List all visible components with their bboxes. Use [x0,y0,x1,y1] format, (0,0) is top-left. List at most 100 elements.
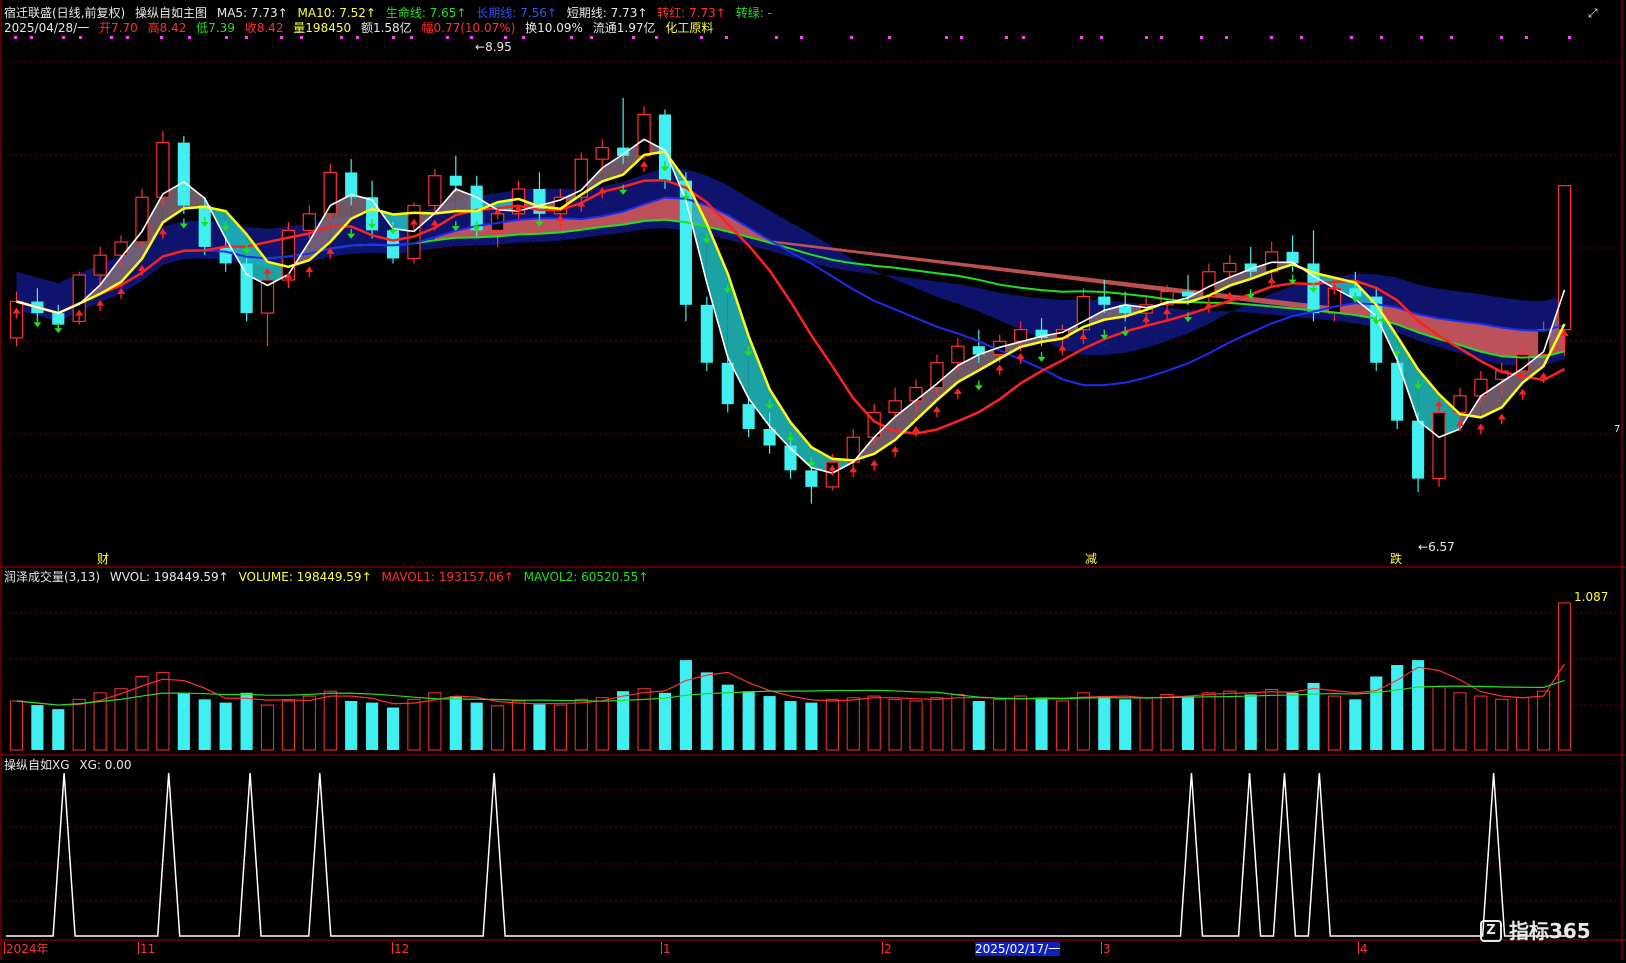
volume-scale-label: 1.087 [1574,590,1609,604]
volume-bar-up [1202,692,1216,751]
event-dot [1380,36,1383,39]
event-dot [1160,36,1163,39]
event-jian[interactable]: 减 [1085,552,1097,566]
event-die[interactable]: 跌 [1390,552,1402,566]
buy-arrow [1539,372,1548,379]
volume-bar-up [114,688,128,751]
volume-bar-up [553,704,567,751]
event-dot [960,36,963,39]
volume-bar-up [9,700,24,751]
event-dot [1145,36,1148,39]
candle-body-up [302,213,317,231]
turn-red-value: 转红: 7.73↑ [657,6,726,20]
volume-bar-down [742,691,755,750]
volume-bar-up [260,704,275,751]
xg-panel-title[interactable]: 操纵自如XG [4,758,70,772]
volume-bar-up [1055,700,1070,751]
event-dot [1450,36,1453,39]
info-sector[interactable]: 化工原料 [665,21,713,35]
candle-body-up [595,146,609,160]
event-dot [1300,36,1303,39]
candle-body-up [9,300,24,339]
candle-body-up [428,175,442,207]
x-axis-tick [661,942,662,954]
volume-panel-header: 润泽成交量(3,13) WVOL: 198449.59↑ VOLUME: 198… [4,570,654,584]
xg-spike-path [6,772,1575,937]
buy-arrow [1476,423,1485,430]
info-volume: 量198450 [293,21,352,35]
top-dots [14,36,1571,39]
candle-body-up [909,386,923,402]
volume-bar-up [491,705,505,751]
volume-bars [9,602,1572,751]
indicator-name[interactable]: 操纵自如主图 [135,6,207,20]
x-axis-label: 12 [394,942,410,956]
turn-green-value: 转绿: - [735,6,772,20]
volume-bar-down [700,672,713,750]
event-dot [300,36,303,39]
candle-body-down [700,304,713,363]
short-line-value: 短期线: 7.73↑ [566,6,648,20]
buy-arrow [1518,388,1527,395]
x-axis-tick [882,942,883,954]
event-dot [1568,36,1571,39]
mavol1-value: MAVOL1: 193157.06↑ [381,570,514,584]
volume-bar-up [323,690,337,751]
buy-arrow [953,387,962,394]
volume-bar-up [1453,692,1467,751]
candle-body-down [345,172,358,198]
candle-body-up [1223,262,1237,273]
candle-body-down [1098,296,1111,305]
volume-bar-up [281,700,295,751]
candle-body-up [1013,329,1028,342]
xg-panel-header: 操纵自如XG XG: 0.00 [4,758,137,772]
candle-body-down [240,263,253,314]
volume-bar-up [867,695,881,751]
event-dot [126,36,129,39]
volume-bar-down [763,696,776,750]
candle-body-up [135,196,149,243]
candle-body-up [93,254,107,276]
event-dot [30,36,33,39]
event-dot [225,36,228,39]
volume-bar-up [1495,698,1509,751]
info-open: 开7.70 [99,21,138,35]
event-dot [775,36,778,39]
volume-bar-up [574,698,588,751]
life-line-value: 生命线: 7.65↑ [385,6,467,20]
event-dot [62,36,65,39]
volume-bar-up [1516,697,1530,751]
sell-arrow [1037,356,1046,362]
buy-arrow [870,459,879,466]
volume-bar-up [1265,689,1279,751]
volume-bar-up [993,698,1007,751]
volume-panel-title[interactable]: 润泽成交量(3,13) [4,570,100,584]
stock-name[interactable]: 宿迁联盛(日线,前复权) [4,6,125,20]
high-marker-value: 8.95 [485,40,512,54]
event-dot [1350,36,1353,39]
volume-bar-up [825,698,839,751]
buy-arrow [1497,413,1506,420]
long-line-value: 长期线: 7.56↑ [476,6,557,20]
volume-bar-up [951,693,965,751]
candle-body-down [177,142,190,206]
event-dot [110,36,113,39]
volume-bar-down [219,702,232,750]
event-dot [590,36,593,39]
candle-body-down [742,404,755,429]
info-change: 幅0.77(10.07%) [421,21,516,35]
x-axis-tick [138,942,139,954]
volume-bar-down [1286,692,1299,750]
candle-body-up [637,113,651,157]
event-cai[interactable]: 财 [97,552,109,566]
volume-bar-down [1370,676,1383,750]
event-dot [446,36,449,39]
event-dot [14,36,17,39]
volume-bar-down [345,700,358,750]
header-row: 宿迁联盛(日线,前复权) 操纵自如主图 MA5: 7.73↑ MA10: 7.5… [4,6,778,20]
maximize-icon[interactable]: ⤢ [1588,6,1598,20]
volume-bar-down [1119,699,1132,750]
candle-body-down [52,313,65,325]
event-dot [188,36,191,39]
candle-body-down [721,362,734,405]
